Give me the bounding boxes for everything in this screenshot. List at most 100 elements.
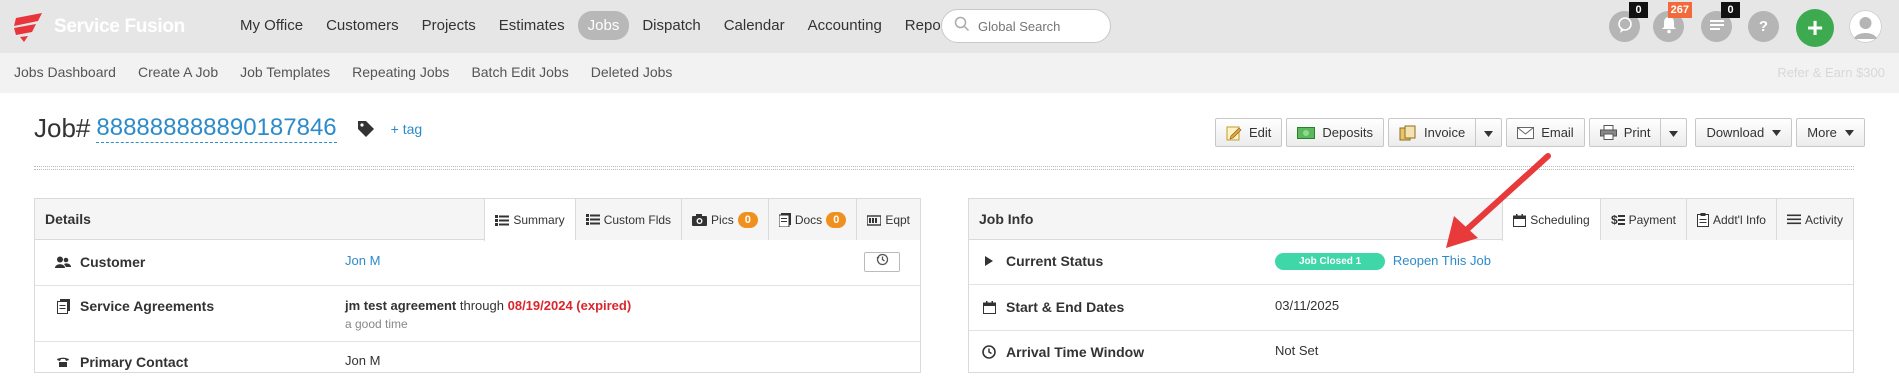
agreement-line: jm test agreement through 08/19/2024 (ex… xyxy=(345,298,631,313)
tab-summary[interactable]: Summary xyxy=(484,199,575,241)
menu-customers[interactable]: Customers xyxy=(316,11,409,40)
docs-count-badge: 0 xyxy=(826,211,847,228)
help-button[interactable]: ? xyxy=(1748,11,1779,42)
menu-calendar[interactable]: Calendar xyxy=(714,11,795,40)
edit-icon xyxy=(1226,125,1242,141)
global-search[interactable] xyxy=(941,9,1111,43)
payment-icon: $ xyxy=(1611,213,1625,226)
details-tabs: Summary Custom Flds Pics 0 Docs 0 Eqpt xyxy=(484,199,920,241)
bell-icon xyxy=(1661,16,1677,38)
start-end-dates-row: Start & End Dates 03/11/2025 xyxy=(969,285,1853,331)
tab-pics[interactable]: Pics 0 xyxy=(681,199,768,240)
invoice-icon xyxy=(1399,125,1417,141)
user-avatar[interactable] xyxy=(1849,10,1882,43)
notifications-button[interactable]: 267 xyxy=(1653,2,1692,42)
download-button[interactable]: Download xyxy=(1695,118,1793,147)
menu-my-office[interactable]: My Office xyxy=(230,11,313,40)
search-input[interactable] xyxy=(978,18,1098,34)
add-tag-link[interactable]: + tag xyxy=(391,121,423,137)
print-button[interactable]: Print xyxy=(1588,118,1662,147)
caret-down-icon xyxy=(1484,125,1494,140)
current-status-label-text: Current Status xyxy=(1006,253,1104,269)
tab-addtl-info-label: Addt'l Info xyxy=(1712,212,1766,227)
details-header: Details Summary Custom Flds Pics 0 Docs … xyxy=(35,199,920,241)
arrival-window-row: Arrival Time Window Not Set xyxy=(969,331,1853,371)
tasks-button[interactable]: 0 xyxy=(1701,2,1740,42)
brand-name: Service Fusion xyxy=(54,16,185,37)
edit-button[interactable]: Edit xyxy=(1215,118,1283,147)
tab-summary-label: Summary xyxy=(513,213,565,227)
users-icon xyxy=(55,256,71,268)
invoice-button[interactable]: Invoice xyxy=(1387,118,1477,147)
subnav-repeating-jobs[interactable]: Repeating Jobs xyxy=(352,64,449,80)
annotation-arrow-icon xyxy=(1446,153,1551,248)
tasks-badge: 0 xyxy=(1721,2,1740,18)
subnav-batch-edit-jobs[interactable]: Batch Edit Jobs xyxy=(471,64,568,80)
list-icon xyxy=(495,214,510,226)
chat-badge: 0 xyxy=(1629,2,1648,18)
invoice-dropdown-button[interactable] xyxy=(1476,118,1503,147)
pics-count-badge: 0 xyxy=(737,211,758,228)
brand-logo[interactable]: Service Fusion xyxy=(12,12,185,42)
add-new-button[interactable]: + xyxy=(1796,9,1834,47)
job-prefix: Job# xyxy=(34,113,91,143)
job-number[interactable]: 888888888890187846 xyxy=(96,114,337,143)
arrival-window-value: Not Set xyxy=(1275,343,1319,358)
deposits-button[interactable]: Deposits xyxy=(1286,118,1384,147)
tab-custom-flds-label: Custom Flds xyxy=(603,212,672,227)
tab-activity[interactable]: Activity xyxy=(1775,199,1853,240)
print-dropdown-button[interactable] xyxy=(1661,118,1688,147)
tab-pics-label: Pics xyxy=(711,212,734,227)
search-icon xyxy=(954,16,970,37)
start-end-dates-value: 03/11/2025 xyxy=(1275,298,1340,313)
details-panel: Details Summary Custom Flds Pics 0 Docs … xyxy=(34,198,921,373)
menu-jobs[interactable]: Jobs xyxy=(577,10,630,40)
phone-icon xyxy=(55,356,71,368)
primary-contact-row: Primary Contact Jon M xyxy=(35,342,920,382)
customer-label: Customer xyxy=(55,254,145,270)
svg-text:$: $ xyxy=(1611,213,1618,226)
service-agreements-row: Service Agreements jm test agreement thr… xyxy=(35,286,920,342)
menu-accounting[interactable]: Accounting xyxy=(798,11,892,40)
tab-custom-flds[interactable]: Custom Flds xyxy=(574,199,682,240)
menu-dispatch[interactable]: Dispatch xyxy=(632,11,710,40)
current-status-label[interactable]: Current Status xyxy=(981,253,1103,269)
subnav-jobs-dashboard[interactable]: Jobs Dashboard xyxy=(14,64,116,80)
email-label: Email xyxy=(1541,125,1574,140)
tab-addtl-info[interactable]: Addt'l Info xyxy=(1685,199,1776,240)
subnav-create-a-job[interactable]: Create A Job xyxy=(138,64,218,80)
chat-button[interactable]: 0 xyxy=(1609,2,1648,42)
subnav-job-templates[interactable]: Job Templates xyxy=(240,64,330,80)
reopen-job-link[interactable]: Reopen This Job xyxy=(1393,253,1491,268)
money-icon xyxy=(1297,126,1316,139)
download-label: Download xyxy=(1706,125,1765,140)
start-end-dates-label: Start & End Dates xyxy=(981,299,1124,315)
more-button[interactable]: More xyxy=(1796,118,1865,147)
agreement-expiry: 08/19/2024 (expired) xyxy=(507,298,632,313)
printer-icon xyxy=(1599,125,1617,140)
print-label: Print xyxy=(1623,125,1651,140)
top-navbar: Service Fusion My Office Customers Proje… xyxy=(0,0,1899,53)
details-title: Details xyxy=(45,211,91,227)
tab-docs[interactable]: Docs 0 xyxy=(767,199,857,240)
email-button[interactable]: Email xyxy=(1506,118,1585,147)
menu-projects[interactable]: Projects xyxy=(412,11,486,40)
agreement-through: through xyxy=(459,298,504,313)
edit-label: Edit xyxy=(1249,125,1272,140)
refer-earn-link[interactable]: Refer & Earn $300 xyxy=(1777,65,1885,80)
menu-estimates[interactable]: Estimates xyxy=(489,11,575,40)
subnav-deleted-jobs[interactable]: Deleted Jobs xyxy=(591,64,673,80)
tab-payment-label: Payment xyxy=(1628,212,1676,227)
tab-eqpt[interactable]: Eqpt xyxy=(856,199,920,240)
job-info-header: Job Info Scheduling $ Payment Addt'l Inf… xyxy=(969,199,1853,241)
envelope-icon xyxy=(1517,126,1535,139)
notifications-badge: 267 xyxy=(1667,2,1692,18)
tab-payment[interactable]: $ Payment xyxy=(1599,199,1686,240)
agreement-name[interactable]: jm test agreement xyxy=(345,298,456,313)
caret-right-icon xyxy=(981,256,997,266)
job-header: Job# 888888888890187846 + tag xyxy=(34,113,422,144)
docs-icon xyxy=(778,212,791,227)
history-button[interactable] xyxy=(864,252,900,272)
customer-value[interactable]: Jon M xyxy=(345,253,380,268)
service-fusion-logo-icon xyxy=(12,12,52,42)
